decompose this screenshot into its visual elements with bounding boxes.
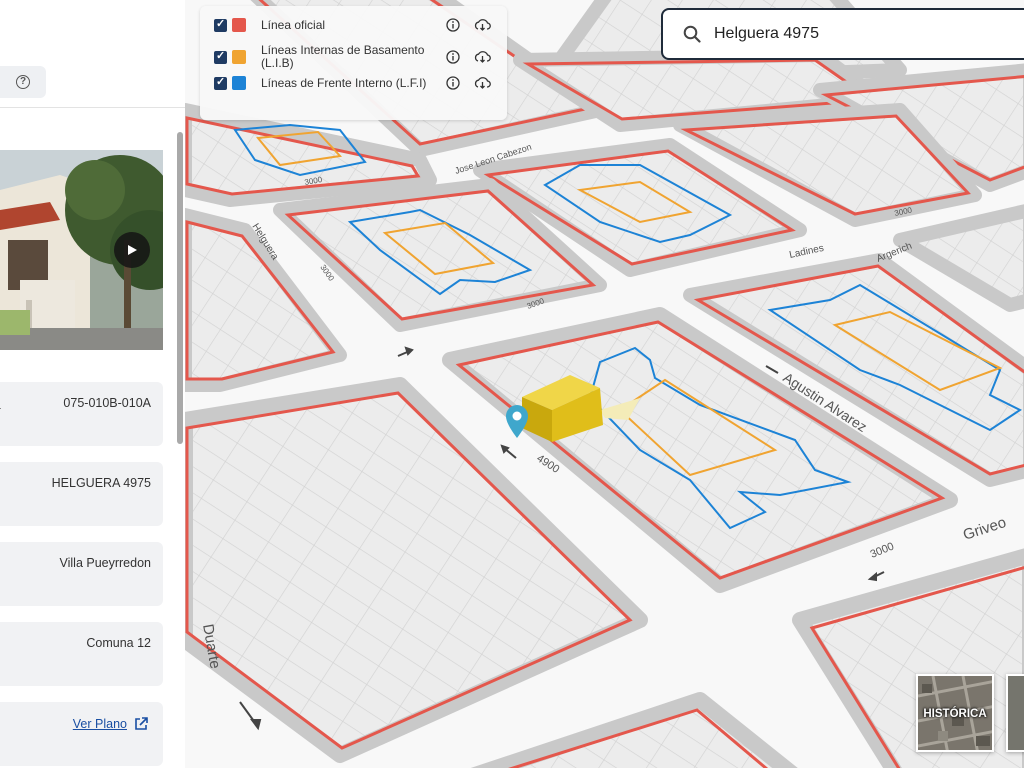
search-input[interactable]	[714, 25, 1014, 43]
smp-card: a 075-010B-010A	[0, 382, 163, 446]
search-icon[interactable]	[683, 25, 701, 43]
play-button[interactable]	[114, 232, 150, 268]
layer-label: Línea oficial	[261, 17, 326, 32]
comuna-card: Comuna 12	[0, 622, 163, 686]
address-value: HELGUERA 4975	[51, 476, 151, 490]
basemap-historica[interactable]: HISTÓRICA	[916, 674, 994, 752]
basemap-label: HISTÓRICA	[923, 708, 987, 720]
layer-label: Líneas Internas de Basamento (L.I.B)	[261, 43, 425, 70]
ver-plano-label: Ver Plano	[72, 717, 127, 731]
ver-plano-link[interactable]: Ver Plano	[73, 716, 149, 732]
help-button[interactable]: ?	[0, 66, 46, 98]
info-icon[interactable]	[446, 18, 460, 32]
smp-label: a	[0, 398, 1, 412]
layer-checkbox[interactable]	[214, 17, 227, 32]
layer-label: Líneas de Frente Interno (L.F.I)	[261, 75, 427, 90]
layer-color-swatch	[232, 50, 246, 64]
sidebar-scrollbar[interactable]	[177, 132, 183, 444]
info-icon[interactable]	[446, 76, 460, 90]
layers-panel: Línea oficial Líneas Internas de Basamen…	[200, 6, 507, 120]
street-view-photo[interactable]	[0, 150, 163, 350]
info-icon[interactable]	[446, 50, 460, 64]
layer-row-lib[interactable]: Líneas Internas de Basamento (L.I.B)	[214, 44, 499, 70]
info-sidebar: ? a 075-010B-010A HELGUERA 4975 Vil	[0, 0, 185, 768]
layer-row-lfi[interactable]: Líneas de Frente Interno (L.F.I)	[214, 75, 499, 90]
comuna-value: Comuna 12	[86, 636, 151, 650]
plan-card: Ver Plano	[0, 702, 163, 766]
play-icon	[128, 245, 137, 255]
layer-color-swatch	[232, 76, 246, 90]
cloud-download-icon[interactable]	[474, 18, 491, 32]
cloud-download-icon[interactable]	[474, 50, 491, 64]
cloud-download-icon[interactable]	[474, 76, 491, 90]
layer-checkbox[interactable]	[214, 49, 227, 64]
address-card: HELGUERA 4975	[0, 462, 163, 526]
smp-value: 075-010B-010A	[63, 396, 151, 410]
layer-row-official[interactable]: Línea oficial	[214, 17, 499, 32]
search-box[interactable]	[661, 8, 1024, 60]
basemap-option[interactable]	[1006, 674, 1024, 752]
question-circle-icon: ?	[16, 75, 30, 89]
layer-color-swatch	[232, 18, 246, 32]
neighborhood-card: Villa Pueyrredon	[0, 542, 163, 606]
layer-checkbox[interactable]	[214, 75, 227, 90]
external-link-icon	[135, 717, 148, 730]
sidebar-header: ?	[0, 0, 185, 108]
neighborhood-value: Villa Pueyrredon	[59, 556, 152, 570]
